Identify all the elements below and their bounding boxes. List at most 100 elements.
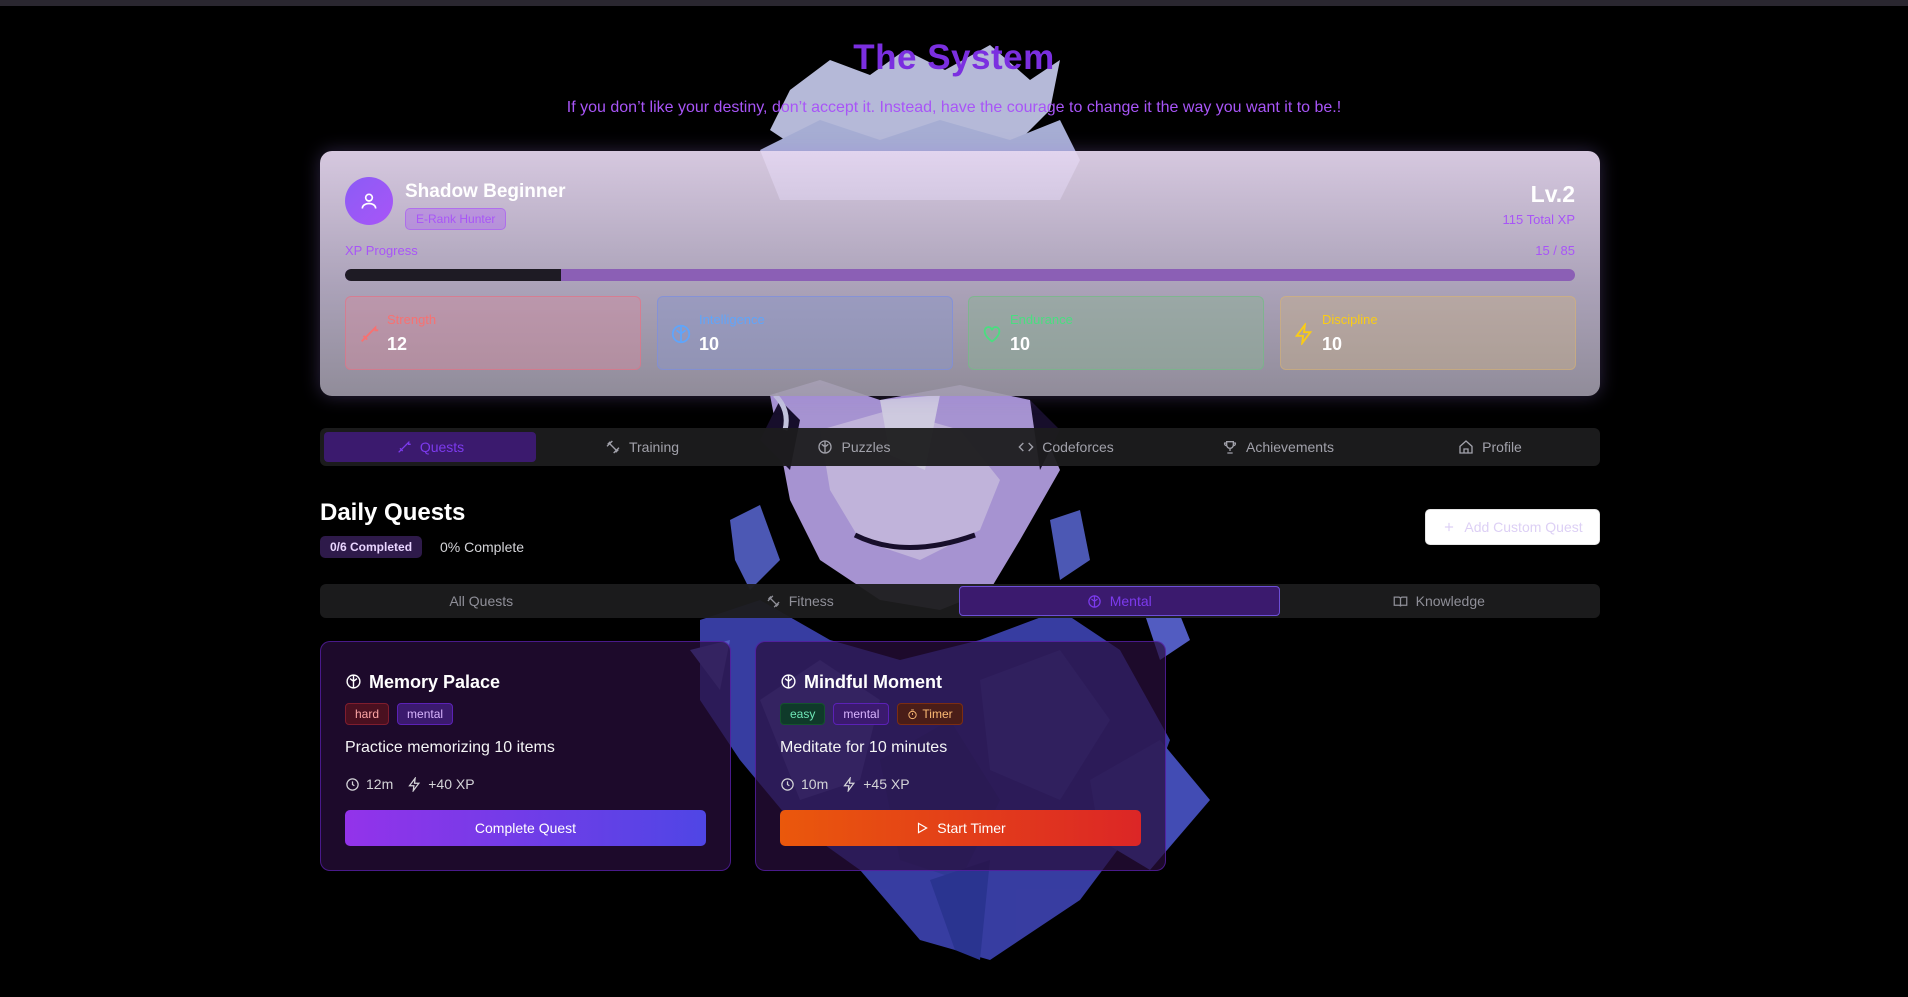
duration-value: 10m xyxy=(801,776,829,792)
stat-value: 10 xyxy=(699,334,720,354)
brain-icon xyxy=(346,674,361,689)
stat-value: 10 xyxy=(1010,334,1031,354)
tab-achievements[interactable]: Achievements xyxy=(1172,432,1384,462)
filter-label: Mental xyxy=(1109,593,1152,609)
quest-tags: easy mental Timer xyxy=(780,703,963,725)
complete-quest-button[interactable]: Complete Quest xyxy=(345,810,706,846)
tab-label: Training xyxy=(628,439,680,455)
stat-label: Endurance xyxy=(1010,312,1073,327)
brain-icon xyxy=(781,674,796,689)
quest-tags: hard mental xyxy=(345,703,454,725)
stat-discipline: Discipline 10 xyxy=(1280,296,1576,370)
user-icon xyxy=(361,193,377,209)
sword-icon xyxy=(361,325,379,342)
heart-icon xyxy=(983,326,1001,343)
button-label: Start Timer xyxy=(937,820,1006,836)
tab-training[interactable]: Training xyxy=(536,432,748,462)
difficulty-tag: easy xyxy=(780,703,826,725)
xp-progress-bar xyxy=(345,269,1575,281)
app-title: The System xyxy=(853,38,1055,77)
category-tag: mental xyxy=(397,703,454,725)
page: The System If you don’t like your destin… xyxy=(0,0,1908,997)
lightning-icon xyxy=(1294,323,1313,345)
xp-value: +45 XP xyxy=(863,776,910,792)
code-icon xyxy=(1018,442,1034,452)
avatar[interactable] xyxy=(345,177,393,225)
quest-card: Mindful Moment easy mental Timer Meditat… xyxy=(755,641,1166,871)
clock-icon xyxy=(346,777,359,791)
hunter-name: Shadow Beginner xyxy=(405,181,566,202)
xp-progress-label: XP Progress xyxy=(345,243,418,258)
add-custom-quest-label: Add Custom Quest xyxy=(1464,519,1583,535)
filter-all-quests[interactable]: All Quests xyxy=(322,586,641,616)
timer-icon xyxy=(908,708,918,719)
book-icon xyxy=(1393,596,1407,607)
quest-meta: 12m +40 XP xyxy=(345,776,475,792)
timer-tag-label: Timer xyxy=(922,707,953,721)
stat-strength: Strength 12 xyxy=(345,296,641,370)
tab-profile[interactable]: Profile xyxy=(1384,432,1596,462)
stat-label: Discipline xyxy=(1322,312,1378,327)
tab-label: Quests xyxy=(419,439,465,455)
quest-description: Practice memorizing 10 items xyxy=(345,739,555,756)
filter-fitness[interactable]: Fitness xyxy=(641,586,960,616)
tab-puzzles[interactable]: Puzzles xyxy=(748,432,960,462)
timer-tag: Timer xyxy=(897,703,963,725)
filter-label: Fitness xyxy=(788,593,834,609)
duration-value: 12m xyxy=(366,776,394,792)
category-tag: mental xyxy=(833,703,890,725)
quest-duration: 12m xyxy=(345,776,393,792)
quest-xp: +40 XP xyxy=(407,776,475,792)
tab-codeforces[interactable]: Codeforces xyxy=(960,432,1172,462)
quest-meta: 10m +45 XP xyxy=(780,776,910,792)
main-tabs: Quests Training Puzzles Codeforces Achie… xyxy=(320,428,1600,466)
level-indicator: Lv.2 xyxy=(1530,181,1575,207)
xp-progress-count: 15 / 85 xyxy=(1535,243,1575,258)
tab-label: Puzzles xyxy=(841,439,891,455)
section-title: Daily Quests xyxy=(320,499,466,526)
completed-badge: 0/6 Completed xyxy=(320,536,423,558)
filter-label: Knowledge xyxy=(1415,593,1485,609)
stat-intelligence: Intelligence 10 xyxy=(657,296,953,370)
sword-icon xyxy=(398,440,411,453)
quest-filter-tabs: All Quests Fitness Mental Knowledge xyxy=(320,584,1600,618)
xp-progress-fill xyxy=(345,269,562,281)
filter-mental[interactable]: Mental xyxy=(959,586,1280,616)
home-icon xyxy=(1459,440,1473,454)
plus-icon xyxy=(1445,522,1454,532)
trophy-icon xyxy=(1223,441,1237,454)
xp-value: +40 XP xyxy=(428,776,475,792)
quest-xp: +45 XP xyxy=(842,776,910,792)
lightning-icon xyxy=(408,776,421,792)
filter-knowledge[interactable]: Knowledge xyxy=(1280,586,1599,616)
stat-label: Strength xyxy=(387,312,437,327)
quest-title: Mindful Moment xyxy=(804,672,942,692)
stat-value: 10 xyxy=(1322,334,1343,354)
add-custom-quest-button[interactable]: Add Custom Quest xyxy=(1425,509,1600,545)
filter-label: All Quests xyxy=(449,593,514,609)
completion-percentage: 0% Complete xyxy=(440,539,525,555)
hunter-status-card: Shadow Beginner E-Rank Hunter Lv.2 115 T… xyxy=(320,151,1600,396)
button-label: Complete Quest xyxy=(474,820,577,836)
dumbbell-icon xyxy=(767,594,780,608)
quest-description: Meditate for 10 minutes xyxy=(780,739,948,756)
stat-label: Intelligence xyxy=(699,312,765,327)
clock-icon xyxy=(781,777,794,791)
quest-title: Memory Palace xyxy=(369,672,501,692)
rank-badge: E-Rank Hunter xyxy=(405,208,507,230)
stat-endurance: Endurance 10 xyxy=(968,296,1264,370)
quest-duration: 10m xyxy=(780,776,828,792)
app-subtitle: If you don’t like your destiny, don’t ac… xyxy=(566,99,1342,116)
brain-icon xyxy=(1087,594,1101,608)
difficulty-tag: hard xyxy=(345,703,390,725)
tab-quests[interactable]: Quests xyxy=(324,432,536,462)
brain-icon xyxy=(818,440,833,454)
lightning-icon xyxy=(843,776,856,792)
play-icon xyxy=(918,822,929,834)
tab-label: Profile xyxy=(1482,439,1522,455)
tab-label: Achievements xyxy=(1246,439,1334,455)
total-xp: 115 Total XP xyxy=(1502,212,1575,227)
stat-value: 12 xyxy=(387,334,408,354)
dumbbell-icon xyxy=(606,440,620,454)
start-timer-button[interactable]: Start Timer xyxy=(780,810,1141,846)
